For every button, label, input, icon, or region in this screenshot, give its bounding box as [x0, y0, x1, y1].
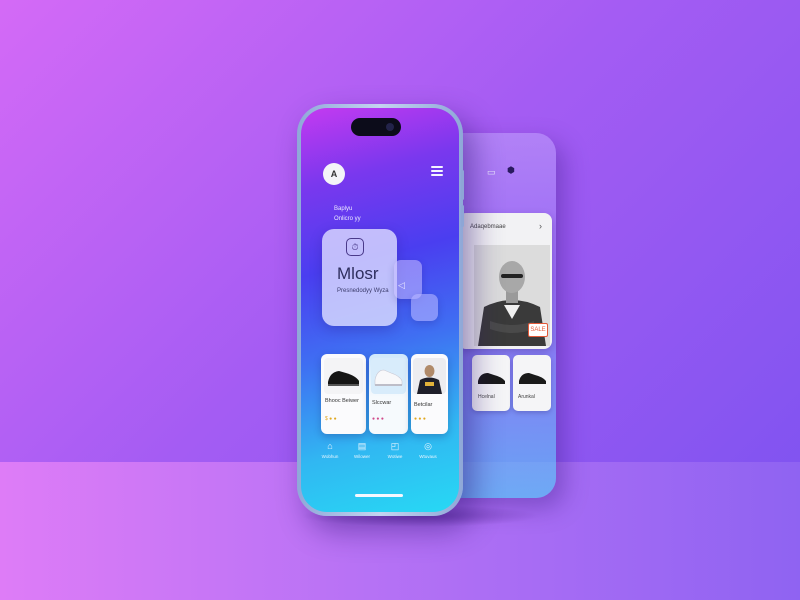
- shoe-image: [371, 358, 406, 394]
- bag-icon: ◰: [390, 441, 400, 451]
- bell-icon: ◁: [398, 280, 405, 290]
- power-button: [461, 170, 464, 200]
- product-name: Slccwar: [372, 400, 392, 406]
- greeting-subtitle: Onlicro yy: [334, 216, 361, 222]
- floating-card[interactable]: [411, 294, 438, 321]
- profile-card-title: Adaqebmaae: [470, 224, 506, 230]
- product-tile[interactable]: [472, 355, 510, 411]
- home-indicator[interactable]: [355, 494, 403, 497]
- chevron-right-icon[interactable]: ›: [539, 221, 542, 231]
- camera-icon: [386, 123, 394, 131]
- product-tile-label: Arunkal: [518, 394, 535, 400]
- menu-icon[interactable]: [431, 166, 443, 177]
- tab-settings[interactable]: ◎ Wtuvaus: [416, 440, 440, 459]
- greeting-title: Baplyu: [334, 206, 353, 212]
- bookmark-icon: ▤: [357, 441, 367, 451]
- sale-badge: SALE: [528, 323, 548, 337]
- product-rating: $ ● ●: [325, 416, 337, 422]
- product-name: Betcilar: [414, 402, 433, 408]
- tab-bag[interactable]: ◰ Wotiwe: [383, 440, 407, 459]
- product-name: Bhooc Beiwer: [325, 398, 359, 404]
- timer-icon: ⏱: [346, 238, 364, 256]
- feature-title: Mlosr: [337, 264, 379, 283]
- home-icon: ⌂: [327, 441, 333, 451]
- tab-home[interactable]: ⌂ Wobhun: [318, 440, 342, 459]
- feature-subtitle: Presnedodyy Wyza: [337, 288, 389, 294]
- shield-icon: ⬢: [507, 165, 515, 175]
- tab-bookmarks[interactable]: ▤ Wilower: [350, 440, 374, 459]
- person-image: [413, 358, 446, 394]
- volume-button: [461, 205, 464, 227]
- product-tile[interactable]: [513, 355, 551, 411]
- product-rating: ● ● ●: [414, 416, 426, 422]
- avatar[interactable]: A: [323, 163, 345, 185]
- shoe-image: [324, 358, 363, 394]
- settings-icon: ◎: [424, 441, 432, 451]
- chat-icon: ▭: [487, 167, 496, 177]
- product-rating: ● ● ●: [372, 416, 384, 422]
- product-tile-label: Hcelnal: [478, 394, 495, 400]
